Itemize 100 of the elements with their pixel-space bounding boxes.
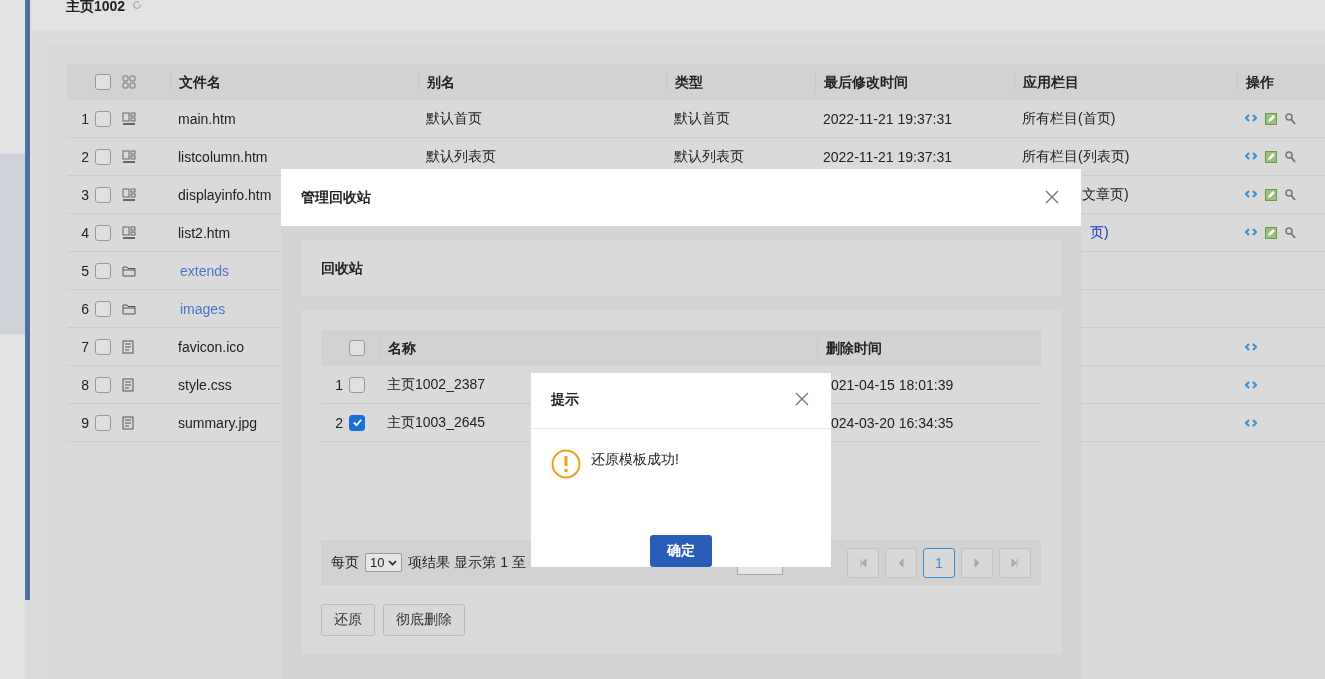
template-icon	[122, 187, 136, 202]
result-summary: 项结果 显示第 1 至	[408, 553, 526, 572]
row-number: 2	[334, 414, 344, 431]
code-icon[interactable]	[1245, 188, 1257, 199]
table-cell: 默认列表页	[674, 147, 744, 166]
checkbox[interactable]	[349, 376, 365, 393]
table-cell: 默认首页	[426, 109, 482, 128]
row-number: 6	[80, 300, 90, 317]
column-header: 类型	[666, 72, 815, 92]
row-number: 5	[80, 262, 90, 279]
edit-icon[interactable]	[1265, 112, 1277, 125]
code-icon[interactable]	[1245, 379, 1257, 390]
row-number: 2	[80, 148, 90, 165]
file-name: main.htm	[178, 110, 236, 127]
table-cell: 2022-11-21 19:37:31	[823, 148, 952, 165]
caret-icon	[388, 559, 398, 566]
close-icon	[1045, 189, 1059, 204]
alert-title: 提示	[551, 391, 579, 410]
checkbox[interactable]	[349, 340, 365, 356]
checkbox[interactable]	[95, 376, 111, 393]
document-icon	[122, 415, 134, 430]
edit-icon[interactable]	[1265, 226, 1277, 239]
column-header: 名称	[379, 338, 817, 358]
column-header: 别名	[418, 72, 666, 92]
document-icon	[122, 339, 134, 354]
file-name: list2.htm	[178, 224, 231, 241]
file-name: favicon.ico	[178, 338, 245, 355]
table-cell: 默认首页	[674, 109, 730, 128]
checkbox[interactable]	[349, 414, 365, 431]
checkbox[interactable]	[95, 224, 111, 241]
table-cell: 主页1002_2387	[387, 375, 486, 394]
file-name: style.css	[178, 376, 232, 393]
close-button[interactable]	[1045, 189, 1061, 206]
dialog-title: 管理回收站	[301, 188, 371, 207]
checkbox[interactable]	[95, 338, 111, 355]
close-icon	[795, 392, 809, 407]
table-cell: 页)	[1090, 223, 1109, 242]
table-cell: 所有栏目(首页)	[1022, 109, 1116, 128]
code-icon[interactable]	[1245, 112, 1257, 123]
template-icon	[122, 149, 136, 164]
refresh-icon[interactable]	[131, 0, 144, 10]
checkbox[interactable]	[95, 148, 111, 165]
checkbox[interactable]	[95, 414, 111, 431]
document-icon	[122, 377, 134, 392]
column-header: 文件名	[170, 72, 418, 92]
search-icon[interactable]	[1285, 226, 1296, 239]
row-number: 4	[80, 224, 90, 241]
file-name: listcolumn.htm	[178, 148, 268, 165]
row-number: 3	[80, 186, 90, 203]
previous-page-button[interactable]	[885, 547, 917, 578]
next-page-button[interactable]	[961, 547, 993, 578]
last-page-button[interactable]	[999, 547, 1031, 578]
per-page-label: 每页	[331, 553, 359, 572]
grid-icon	[122, 75, 136, 89]
page-size-select[interactable]: 10	[365, 553, 403, 572]
template-icon	[122, 225, 136, 240]
checkbox[interactable]	[95, 262, 111, 279]
folder-link[interactable]: extends	[180, 262, 230, 279]
first-page-button[interactable]	[847, 547, 879, 578]
code-icon[interactable]	[1245, 150, 1257, 161]
column-header: 应用栏目	[1014, 72, 1237, 92]
check-icon	[351, 417, 363, 428]
search-icon[interactable]	[1285, 112, 1296, 125]
code-icon[interactable]	[1245, 417, 1257, 428]
folder-icon	[122, 302, 136, 315]
table-cell: 024-03-20 16:34:35	[831, 414, 954, 431]
alert-message: 还原模板成功!	[591, 449, 679, 469]
template-icon	[122, 111, 136, 126]
warning-icon	[551, 448, 581, 479]
code-icon[interactable]	[1245, 226, 1257, 237]
row-number: 1	[334, 376, 344, 393]
folder-link[interactable]: images	[180, 300, 226, 317]
column-header: 删除时间	[817, 338, 1041, 358]
search-icon[interactable]	[1285, 188, 1296, 201]
table-cell: 2022-11-21 19:37:31	[823, 110, 952, 127]
file-name: summary.jpg	[178, 414, 258, 431]
delete-button[interactable]: 彻底删除	[383, 604, 465, 636]
column-header: 操作	[1237, 72, 1325, 92]
file-name: displayinfo.htm	[178, 186, 272, 203]
edit-icon[interactable]	[1265, 150, 1277, 163]
edit-icon[interactable]	[1265, 188, 1277, 201]
search-icon[interactable]	[1285, 150, 1296, 163]
row-number: 7	[80, 338, 90, 355]
row-number: 8	[80, 376, 90, 393]
row-number: 9	[80, 414, 90, 431]
restore-button[interactable]: 还原	[321, 604, 375, 636]
row-number: 1	[80, 110, 90, 127]
table-cell: 文章页)	[1082, 185, 1129, 204]
code-icon[interactable]	[1245, 341, 1257, 352]
table-cell: 主页1003_2645	[387, 413, 486, 432]
table-cell: 021-04-15 18:01:39	[831, 376, 954, 393]
column-header: 最后修改时间	[815, 72, 1014, 92]
checkbox[interactable]	[95, 300, 111, 317]
checkbox[interactable]	[95, 110, 111, 127]
folder-icon	[122, 264, 136, 277]
table-cell: 默认列表页	[426, 147, 496, 166]
checkbox[interactable]	[95, 186, 111, 203]
confirm-button[interactable]: 确定	[650, 534, 712, 567]
table-cell: 所有栏目(列表页)	[1022, 147, 1130, 166]
checkbox[interactable]	[95, 74, 111, 90]
